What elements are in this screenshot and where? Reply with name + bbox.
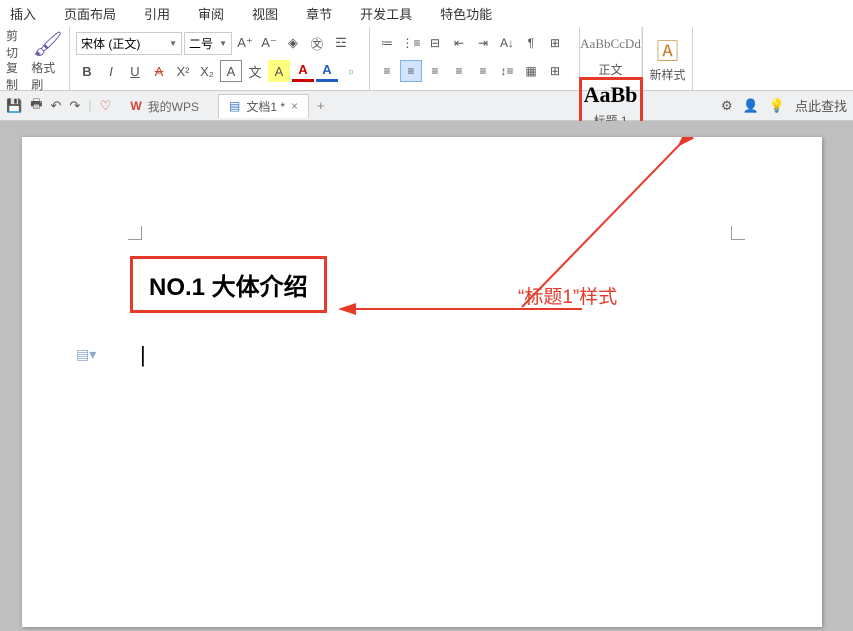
align-center-button[interactable]: ≡ [400, 60, 422, 82]
share-icon[interactable]: 👤 [743, 98, 759, 114]
highlight-button[interactable]: A [268, 60, 290, 82]
style-preview: AaBbCcDd [580, 27, 641, 61]
document-heading[interactable]: NO.1 大体介绍 [149, 274, 308, 301]
margin-mark-tl [128, 226, 142, 240]
font-size-value: 二号 [189, 35, 213, 52]
heading-highlight-box: NO.1 大体介绍 [130, 256, 327, 313]
tab-document[interactable]: ▤ 文档1 * × [218, 94, 309, 118]
redo-button[interactable]: ↷ [69, 98, 80, 114]
font-color-button[interactable]: A [292, 60, 314, 82]
menu-section[interactable]: 章节 [306, 4, 332, 23]
quick-access-bar: 💾 🖶 ↶ ↷ | ♡ W 我的WPS ▤ 文档1 * × + ⚙ 👤 💡 点此… [0, 91, 853, 121]
style-preview: AaBb [584, 78, 638, 112]
new-style-icon: 🄰 [656, 34, 678, 66]
strike-button[interactable]: A [148, 60, 170, 82]
change-case-button[interactable]: 文 [244, 60, 266, 82]
bullets-button[interactable]: ≔ [376, 32, 398, 54]
align-right-button[interactable]: ≡ [424, 60, 446, 82]
menu-layout[interactable]: 页面布局 [64, 4, 116, 23]
menu-features[interactable]: 特色功能 [440, 4, 492, 23]
italic-button[interactable]: I [100, 60, 122, 82]
decrease-font-button[interactable]: A⁻ [258, 32, 280, 54]
format-painter-icon[interactable]: 🖌 [33, 30, 63, 59]
close-icon[interactable]: × [291, 99, 298, 113]
styles-group: AaBbCcDd 正文 AaBb 标题 1 AaBb( 标题 2 ▲ ▼ [580, 27, 643, 90]
enclose-char-button[interactable]: ▫ [340, 60, 362, 82]
new-style-group[interactable]: 🄰 新样式 [643, 27, 693, 90]
tab-button[interactable]: ⊞ [544, 32, 566, 54]
annotation-arrows [22, 137, 822, 627]
ribbon: 剪切 🖌 复制 格式刷 宋体 (正文) ▼ 二号 ▼ A⁺ A⁻ ◈ ㉆ ☲ B [0, 27, 853, 91]
clipboard-group: 剪切 🖌 复制 格式刷 [0, 27, 70, 90]
new-style-label: 新样式 [649, 66, 685, 83]
superscript-button[interactable]: X² [172, 60, 194, 82]
increase-indent-button[interactable]: ⇥ [472, 32, 494, 54]
favorite-button[interactable]: ♡ [100, 98, 112, 114]
underline-button[interactable]: U [124, 60, 146, 82]
phonetic-button[interactable]: ㉆ [306, 32, 328, 54]
font-name-select[interactable]: 宋体 (正文) ▼ [76, 32, 182, 55]
annotation-label: “标题1”样式 [518, 282, 617, 309]
multilevel-button[interactable]: ⊟ [424, 32, 446, 54]
numbering-button[interactable]: ⋮≡ [400, 32, 422, 54]
copy-button[interactable]: 复制 [6, 59, 27, 93]
font-size-select[interactable]: 二号 ▼ [184, 32, 232, 55]
bulb-icon: 💡 [769, 98, 785, 114]
menu-bar: 插入 页面布局 引用 审阅 视图 章节 开发工具 特色功能 [0, 0, 853, 27]
borders-button[interactable]: ⊞ [544, 60, 566, 82]
undo-button[interactable]: ↶ [50, 98, 61, 114]
text-cursor: | [140, 342, 146, 368]
bold-button[interactable]: B [76, 60, 98, 82]
align-justify-button[interactable]: ≡ [448, 60, 470, 82]
show-marks-button[interactable]: ¶ [520, 32, 542, 54]
subscript-button[interactable]: X₂ [196, 60, 218, 82]
cut-button[interactable]: 剪切 [6, 27, 29, 61]
new-tab-button[interactable]: + [317, 98, 325, 113]
print-button[interactable]: 🖶 [30, 95, 42, 117]
char-box-button[interactable]: A [220, 60, 242, 82]
menu-view[interactable]: 视图 [252, 4, 278, 23]
paragraph-options-icon[interactable]: ▤▾ [76, 346, 96, 363]
search-hint[interactable]: 点此查找 [795, 96, 847, 115]
settings-icon[interactable]: ⚙ [721, 98, 733, 114]
align-distributed-button[interactable]: ≡ [472, 60, 494, 82]
line-spacing-button[interactable]: ↕≡ [496, 60, 518, 82]
char-shading-button[interactable]: A [316, 60, 338, 82]
decrease-indent-button[interactable]: ⇤ [448, 32, 470, 54]
paragraph-group: ≔ ⋮≡ ⊟ ⇤ ⇥ A↓ ¶ ⊞ ≡ ≡ ≡ ≡ ≡ ↕≡ ▦ ⊞ [370, 27, 580, 90]
sort-button[interactable]: A↓ [496, 32, 518, 54]
tab-label: 我的WPS [148, 98, 199, 115]
document-area [0, 121, 853, 631]
wps-icon: W [130, 99, 141, 113]
document-icon: ▤ [229, 99, 240, 113]
page[interactable] [22, 137, 822, 627]
tab-label: 文档1 * [246, 98, 285, 115]
style-normal[interactable]: AaBbCcDd 正文 [580, 27, 642, 78]
tab-mywps[interactable]: W 我的WPS [119, 94, 210, 118]
menu-references[interactable]: 引用 [144, 4, 170, 23]
format-painter-button[interactable]: 格式刷 [31, 59, 63, 93]
font-group: 宋体 (正文) ▼ 二号 ▼ A⁺ A⁻ ◈ ㉆ ☲ B I U A X² X₂… [70, 27, 370, 90]
align-left-button[interactable]: ≡ [376, 60, 398, 82]
dropdown-icon: ▼ [169, 39, 177, 48]
clear-format-button[interactable]: ◈ [282, 32, 304, 54]
menu-devtools[interactable]: 开发工具 [360, 4, 412, 23]
style-label: 正文 [598, 61, 622, 78]
increase-font-button[interactable]: A⁺ [234, 32, 256, 54]
char-border-button[interactable]: ☲ [330, 32, 352, 54]
margin-mark-tr [731, 226, 745, 240]
shading-button[interactable]: ▦ [520, 60, 542, 82]
font-name-value: 宋体 (正文) [81, 35, 140, 52]
dropdown-icon: ▼ [219, 39, 227, 48]
menu-review[interactable]: 审阅 [198, 4, 224, 23]
save-button[interactable]: 💾 [6, 98, 22, 114]
menu-insert[interactable]: 插入 [10, 4, 36, 23]
